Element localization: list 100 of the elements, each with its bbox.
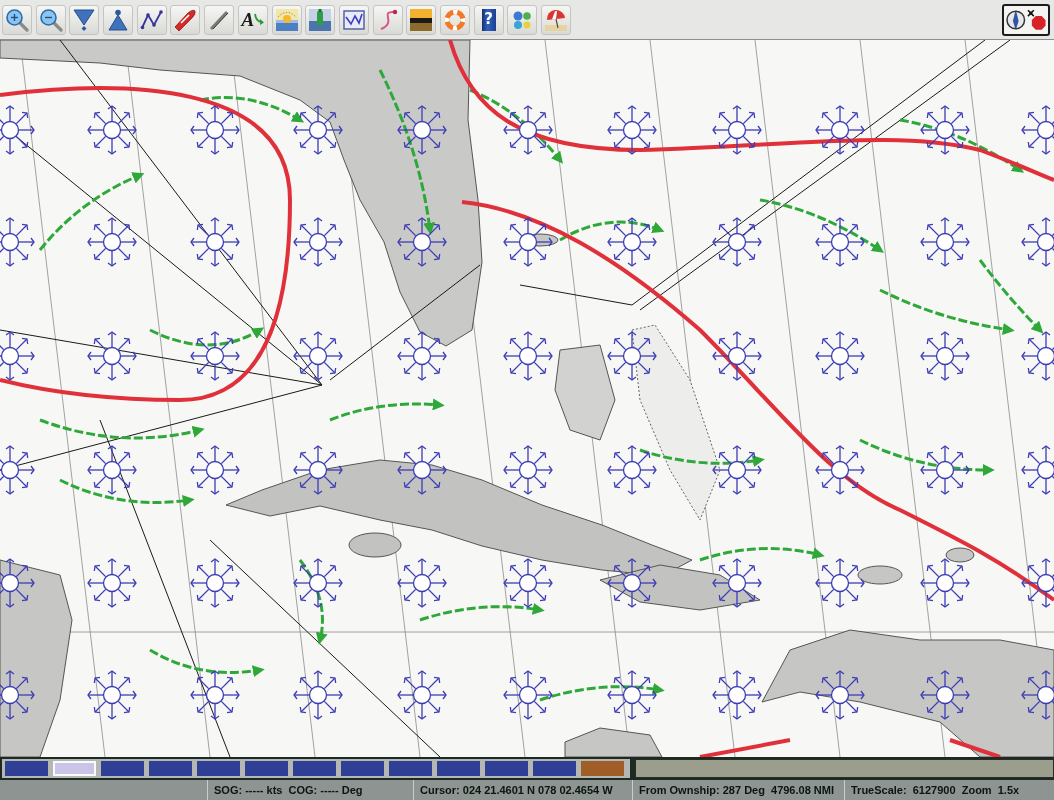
chart-tile[interactable] (197, 761, 240, 776)
wind-rose-icon (397, 331, 447, 381)
zoom-in-icon (5, 7, 29, 32)
boat-icon (173, 7, 198, 32)
wind-rose-icon (503, 217, 553, 267)
chart-tile[interactable] (485, 761, 528, 776)
sea-sun-icon (274, 7, 299, 32)
chart-tile[interactable] (533, 761, 576, 776)
wind-rose-icon (503, 558, 553, 608)
wind-rose-icon (607, 217, 657, 267)
wind-rose-icon (712, 558, 762, 608)
wind-rose-icon (815, 445, 865, 495)
wind-rose-icon (293, 331, 343, 381)
wind-rose-icon (920, 558, 970, 608)
wind-rose-icon (87, 445, 137, 495)
pencil-button[interactable] (204, 4, 235, 35)
graph-icon (341, 7, 366, 32)
wind-rose-icon (712, 105, 762, 155)
wind-rose-icon (190, 445, 240, 495)
wind-rose-icon (397, 558, 447, 608)
wind-rose-icon (87, 558, 137, 608)
funnel-icon (72, 7, 97, 32)
gps-status-button[interactable] (1002, 3, 1050, 36)
wind-rose-icon (503, 670, 553, 720)
wind-rose-icon (87, 217, 137, 267)
wind-rose-icon (607, 105, 657, 155)
wind-rose-icon (0, 670, 35, 720)
wind-rose-icon (607, 558, 657, 608)
wind-rose-icon (293, 670, 343, 720)
chart-tile[interactable] (581, 761, 624, 776)
wind-rose-icon (503, 445, 553, 495)
wind-rose-icon (712, 670, 762, 720)
wind-rose-icon (815, 105, 865, 155)
text-button[interactable]: A (237, 4, 268, 35)
chart-tile[interactable] (245, 761, 288, 776)
wind-rose-icon (190, 105, 240, 155)
buoy-button[interactable] (305, 4, 336, 35)
colored-dots-button[interactable] (507, 4, 538, 35)
route-button[interactable] (136, 4, 167, 35)
wind-rose-icon (190, 670, 240, 720)
wind-rose-icon (920, 105, 970, 155)
chart-tile[interactable] (389, 761, 432, 776)
wind-rose-icon (190, 331, 240, 381)
wind-rose-icon (815, 558, 865, 608)
wind-rose-icon (607, 331, 657, 381)
zoom-out-button[interactable] (35, 4, 66, 35)
wind-rose-icon (815, 217, 865, 267)
wind-rose-icon (293, 105, 343, 155)
funnel-button[interactable] (69, 4, 100, 35)
route-icon (139, 7, 164, 32)
status-text: Cursor: 024 21.4601 N 078 02.4654 W (413, 780, 632, 800)
wind-rose-icon (397, 670, 447, 720)
wind-rose-icon (607, 445, 657, 495)
wind-rose-icon (920, 445, 970, 495)
wind-rose-icon (815, 670, 865, 720)
chart-tile[interactable] (101, 761, 144, 776)
help-button[interactable]: ? (473, 4, 504, 35)
isoline-curve (949, 738, 1001, 757)
wind-rose-icon (190, 558, 240, 608)
wind-rose-icon (293, 217, 343, 267)
wind-rose-icon (815, 331, 865, 381)
wind-rose-icon (920, 217, 970, 267)
wind-rose-icon (1021, 670, 1054, 720)
chart-tile[interactable] (5, 761, 48, 776)
wind-rose-icon (712, 217, 762, 267)
status-text: From Ownship: 287 Deg 4796.08 NMI (632, 780, 844, 800)
sunset-button[interactable] (406, 4, 437, 35)
wind-rose-icon (503, 105, 553, 155)
cone-button[interactable] (103, 4, 134, 35)
graph-button[interactable] (338, 4, 369, 35)
chart-tile[interactable] (293, 761, 336, 776)
wind-rose-icon (293, 445, 343, 495)
chart-tile[interactable] (341, 761, 384, 776)
parasol-button[interactable] (541, 4, 571, 35)
wind-rose-icon (293, 558, 343, 608)
wind-rose-icon (397, 445, 447, 495)
wind-rose-icon (920, 670, 970, 720)
wind-rose-icon (397, 105, 447, 155)
land-shape (945, 547, 975, 563)
wind-rose-icon (920, 331, 970, 381)
lifebuoy-icon (442, 7, 467, 32)
wind-rose-icon (607, 670, 657, 720)
cone-icon (106, 7, 131, 32)
zoom-in-button[interactable] (2, 4, 32, 35)
wind-rose-icon (87, 331, 137, 381)
parasol-icon (544, 7, 568, 32)
buoy-icon (308, 7, 333, 32)
tide-button[interactable] (271, 4, 302, 35)
wind-rose-icon (712, 331, 762, 381)
land-shape (857, 565, 903, 585)
curved-arrow-icon (254, 13, 265, 26)
chart-tile[interactable] (437, 761, 480, 776)
wind-rose-icon (87, 670, 137, 720)
satellite-stop-icon (1025, 7, 1046, 32)
wind-rose-icon (397, 217, 447, 267)
wind-rose-icon (190, 217, 240, 267)
status-text: SOG: ----- kts COG: ----- Deg (207, 780, 413, 800)
boat-button[interactable] (170, 4, 201, 35)
wind-rose-icon (712, 445, 762, 495)
chart-tile[interactable] (149, 761, 192, 776)
